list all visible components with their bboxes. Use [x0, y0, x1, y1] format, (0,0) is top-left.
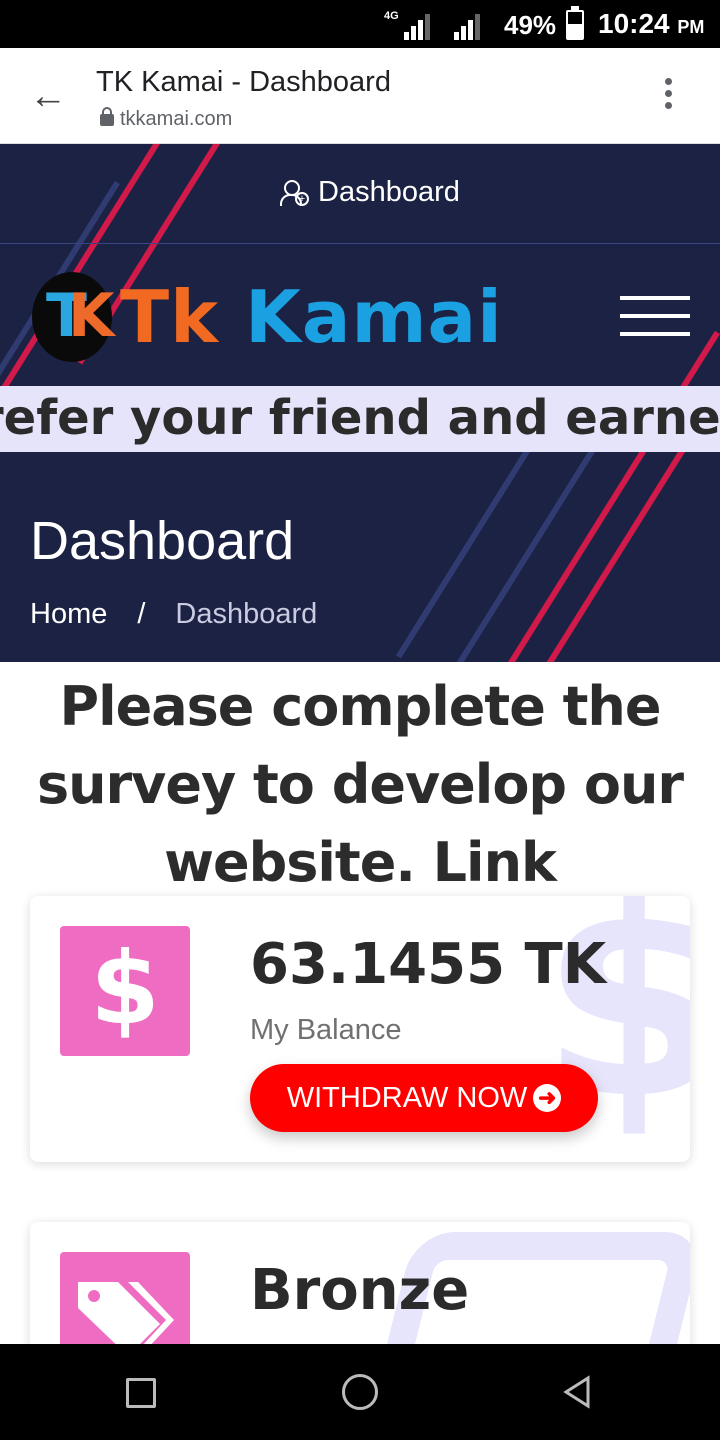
battery-icon [566, 6, 584, 40]
withdraw-button-label: WITHDRAW NOW [286, 1081, 528, 1114]
announcement-marquee: refer your friend and earned at [0, 386, 720, 452]
system-back-icon[interactable] [560, 1374, 596, 1410]
withdraw-now-button[interactable]: WITHDRAW NOW ➜ [250, 1064, 598, 1132]
dashboard-link[interactable]: + Dashboard [280, 176, 460, 209]
page-heading: Dashboard [30, 511, 295, 571]
bronze-title: Bronze [250, 1258, 470, 1323]
home-button-icon[interactable] [342, 1374, 378, 1410]
decor-stripe [525, 440, 690, 662]
status-bar: 4G 49% 10:24 PM [0, 0, 720, 48]
logo-mark: TK [32, 272, 115, 362]
survey-notice[interactable]: Please complete the survey to develop ou… [30, 668, 690, 902]
url-display[interactable]: tkkamai.com [100, 107, 232, 131]
breadcrumb-home[interactable]: Home [30, 598, 107, 631]
decor-stripe [471, 330, 720, 662]
logo-tk: Tk [120, 275, 219, 359]
back-arrow-icon[interactable]: ← [28, 76, 68, 116]
top-nav: + Dashboard [0, 144, 720, 244]
site-logo[interactable]: TK Tk Kamai [32, 272, 503, 362]
recents-button-icon[interactable] [126, 1378, 156, 1408]
balance-amount: 63.1455 TK [250, 932, 607, 997]
lock-icon [100, 107, 114, 126]
balance-label: My Balance [250, 1014, 402, 1046]
breadcrumb-current: Dashboard [175, 598, 318, 630]
hero-section: + Dashboard TK Tk Kamai refer your frien… [0, 144, 720, 662]
logo-kamai: Kamai [245, 275, 503, 359]
dashboard-link-label: Dashboard [318, 176, 460, 208]
breadcrumb: Home / Dashboard [30, 598, 317, 631]
balance-card: $ $ 63.1455 TK My Balance WITHDRAW NOW ➜ [30, 896, 690, 1162]
signal-icon-sim2 [454, 12, 480, 40]
battery-percent: 49% [504, 10, 557, 40]
marquee-text: refer your friend and earned at [0, 390, 720, 446]
overflow-menu-icon[interactable] [660, 78, 676, 118]
page-title-bar: TK Kamai - Dashboard [96, 66, 391, 98]
network-type: 4G [384, 10, 399, 22]
arrow-right-circle-icon: ➜ [533, 1084, 562, 1112]
breadcrumb-separator: / [137, 598, 146, 630]
hamburger-menu-icon[interactable] [620, 296, 690, 336]
signal-icon [404, 12, 430, 40]
dollar-icon: $ [60, 926, 190, 1056]
clock: 10:24 PM [598, 8, 705, 39]
system-nav-bar [0, 1344, 720, 1440]
browser-toolbar: ← TK Kamai - Dashboard tkkamai.com [0, 48, 720, 144]
user-add-icon: + [280, 178, 310, 208]
